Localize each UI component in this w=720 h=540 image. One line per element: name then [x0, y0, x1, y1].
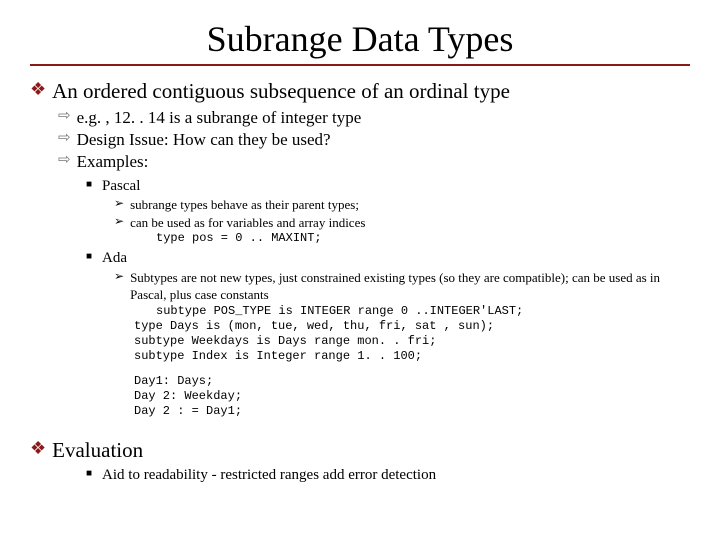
code-pascal: type pos = 0 .. MAXINT;	[156, 231, 690, 246]
code-ada-d2: Day 2: Weekday;	[134, 389, 690, 404]
arrow-hollow-icon: ⇨	[58, 153, 71, 168]
bullet-l3-ada: ■ Ada	[86, 249, 690, 269]
diamond-icon: ❖	[30, 439, 46, 457]
bullet-l3-eval1: ■ Aid to readability - restricted ranges…	[86, 466, 690, 486]
text-definition: An ordered contiguous subsequence of an …	[52, 78, 510, 104]
arrow-hollow-icon: ⇨	[58, 109, 71, 124]
text-pascal: Pascal	[102, 177, 140, 197]
bullet-l2-design: ⇨ Design Issue: How can they be used?	[58, 129, 690, 151]
arrow-fill-icon: ➢	[114, 270, 124, 282]
bullet-l1-evaluation: ❖ Evaluation	[30, 437, 690, 463]
code-ada-d3: Day 2 : = Day1;	[134, 404, 690, 419]
diamond-icon: ❖	[30, 80, 46, 98]
arrow-hollow-icon: ⇨	[58, 131, 71, 146]
code-ada-2: type Days is (mon, tue, wed, thu, fri, s…	[134, 319, 690, 334]
bullet-l1-definition: ❖ An ordered contiguous subsequence of a…	[30, 78, 690, 104]
code-ada-4: subtype Index is Integer range 1. . 100;	[134, 349, 690, 364]
bullet-l4-pascal2: ➢ can be used as for variables and array…	[114, 214, 690, 232]
text-pascal2: can be used as for variables and array i…	[130, 214, 365, 232]
text-eg: e.g. , 12. . 14 is a subrange of integer…	[77, 107, 362, 129]
text-examples: Examples:	[77, 151, 149, 173]
code-ada-3: subtype Weekdays is Days range mon. . fr…	[134, 334, 690, 349]
text-eval1: Aid to readability - restricted ranges a…	[102, 466, 436, 486]
bullet-l4-pascal1: ➢ subrange types behave as their parent …	[114, 196, 690, 214]
bullet-l2-eg: ⇨ e.g. , 12. . 14 is a subrange of integ…	[58, 107, 690, 129]
code-ada-d1: Day1: Days;	[134, 374, 690, 389]
code-ada-1: subtype POS_TYPE is INTEGER range 0 ..IN…	[156, 304, 690, 319]
square-icon: ■	[86, 180, 92, 190]
title-rule	[30, 64, 690, 66]
slide-title: Subrange Data Types	[30, 18, 690, 60]
square-icon: ■	[86, 252, 92, 262]
text-evaluation: Evaluation	[52, 437, 143, 463]
bullet-l2-examples: ⇨ Examples:	[58, 151, 690, 173]
arrow-fill-icon: ➢	[114, 197, 124, 209]
bullet-l4-ada1: ➢ Subtypes are not new types, just const…	[114, 269, 690, 304]
text-pascal1: subrange types behave as their parent ty…	[130, 196, 359, 214]
text-ada: Ada	[102, 249, 127, 269]
text-design: Design Issue: How can they be used?	[77, 129, 331, 151]
arrow-fill-icon: ➢	[114, 215, 124, 227]
text-ada1: Subtypes are not new types, just constra…	[130, 269, 690, 304]
bullet-l3-pascal: ■ Pascal	[86, 177, 690, 197]
square-icon: ■	[86, 469, 92, 479]
